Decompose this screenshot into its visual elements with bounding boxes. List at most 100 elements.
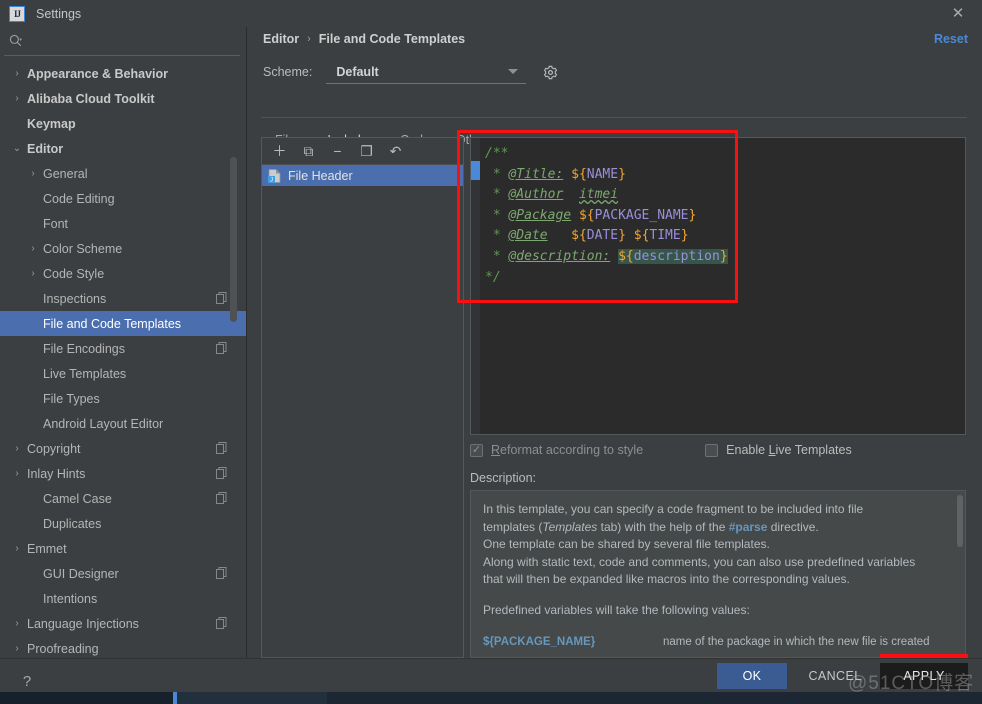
copy-config-icon (216, 342, 227, 354)
predefined-variables-table: ${PACKAGE_NAME} name of the package in wh… (483, 629, 953, 657)
chevron-right-icon[interactable]: › (27, 243, 39, 255)
chevron-right-icon[interactable]: › (11, 643, 23, 655)
sidebar-item-intentions[interactable]: Intentions (0, 586, 246, 611)
apply-button[interactable]: APPLY (880, 663, 968, 689)
sidebar-item-label: File Encodings (43, 341, 125, 356)
template-list-item-label: File Header (288, 168, 353, 183)
editor-code-text[interactable]: /** * @Title: ${NAME} * @Author itmei * … (480, 138, 965, 434)
sidebar-item-label: Camel Case (43, 491, 112, 506)
description-variables-intro: Predefined variables will take the follo… (483, 602, 750, 617)
sidebar-item-label: Font (43, 216, 69, 231)
desc-keyword: #parse (728, 519, 768, 534)
sidebar-item-label: File Types (43, 391, 100, 406)
sidebar-item-emmet[interactable]: › Emmet (0, 536, 246, 561)
gear-icon[interactable] (540, 62, 560, 82)
sidebar-item-label: Language Injections (27, 616, 139, 631)
revert-icon[interactable]: ↶ (386, 142, 405, 161)
template-code-editor[interactable]: /** * @Title: ${NAME} * @Author itmei * … (470, 137, 966, 435)
sidebar-item-code-style[interactable]: › Code Style (0, 261, 246, 286)
sidebar-item-appearance-behavior[interactable]: › Appearance & Behavior (0, 61, 246, 86)
scheme-dropdown[interactable]: Default (326, 60, 527, 84)
copy-config-icon (216, 617, 227, 629)
sidebar-item-label: Code Style (43, 266, 105, 281)
copy-file-icon[interactable]: ⧉ (299, 142, 318, 161)
sidebar-item-inspections[interactable]: Inspections (0, 286, 246, 311)
sidebar-scrollbar-track[interactable] (230, 60, 237, 650)
sidebar-item-label: GUI Designer (43, 566, 119, 581)
description-label: Description: (470, 471, 536, 485)
sidebar-item-label: Proofreading (27, 641, 99, 656)
intellij-logo-icon: IJ (9, 5, 25, 22)
code-line: * @Package ${PACKAGE_NAME} (485, 207, 697, 223)
title-bar: IJ Settings ✕ (0, 0, 982, 27)
sidebar-item-copyright[interactable]: › Copyright (0, 436, 246, 461)
variable-description: name of the package in which the new fil… (663, 636, 930, 648)
editor-gutter-change-marker (471, 161, 480, 180)
reformat-checkbox-label: Reformat according to style (491, 443, 643, 457)
copy-config-icon (216, 567, 227, 579)
sidebar-item-alibaba-cloud-toolkit[interactable]: › Alibaba Cloud Toolkit (0, 86, 246, 111)
chevron-right-icon[interactable]: › (27, 168, 39, 180)
taskbar-segment-right (177, 692, 327, 704)
sidebar-item-live-templates[interactable]: Live Templates (0, 361, 246, 386)
sidebar-item-color-scheme[interactable]: › Color Scheme (0, 236, 246, 261)
sidebar-item-file-types[interactable]: File Types (0, 386, 246, 411)
sidebar-item-label: File and Code Templates (43, 316, 182, 331)
breadcrumb-parent[interactable]: Editor (263, 32, 299, 46)
code-line: * @description: ${description} (485, 248, 728, 264)
desc-pre: templates ( (483, 519, 543, 534)
sidebar-item-label: Keymap (27, 116, 76, 131)
sidebar-item-gui-designer[interactable]: GUI Designer (0, 561, 246, 586)
desc-italic: Templates (542, 519, 598, 534)
ok-button[interactable]: OK (717, 663, 787, 689)
sidebar-item-inlay-hints[interactable]: › Inlay Hints (0, 461, 246, 486)
live-templates-checkbox[interactable] (705, 443, 719, 457)
sidebar-item-duplicates[interactable]: Duplicates (0, 511, 246, 536)
duplicate-icon[interactable]: ❐ (357, 142, 376, 161)
chevron-right-icon[interactable]: › (27, 268, 39, 280)
sidebar-item-label: Inlay Hints (27, 466, 86, 481)
sidebar-item-camel-case[interactable]: Camel Case (0, 486, 246, 511)
live-templates-checkbox-label: Enable Live Templates (726, 443, 852, 457)
settings-tree: › Appearance & Behavior › Alibaba Cloud Too… (0, 56, 246, 656)
chevron-right-icon[interactable]: › (11, 68, 23, 80)
close-icon[interactable]: ✕ (948, 3, 968, 23)
template-list: J File Header (262, 165, 463, 186)
chevron-right-icon[interactable]: › (11, 93, 23, 105)
plus-icon[interactable]: ＋ (270, 142, 289, 161)
cancel-button[interactable]: CANCEL (800, 663, 870, 689)
reformat-mnemonic: R (491, 443, 501, 457)
template-options-row: ✓ Reformat according to style Enable Liv… (470, 443, 852, 457)
reset-link[interactable]: Reset (934, 32, 968, 46)
reformat-checkbox[interactable]: ✓ (470, 443, 483, 457)
sidebar-item-file-encodings[interactable]: File Encodings (0, 336, 246, 361)
search-input[interactable] (30, 31, 230, 51)
sidebar-scrollbar-thumb[interactable] (230, 157, 237, 322)
template-list-item[interactable]: J File Header (262, 165, 463, 186)
sidebar-item-general[interactable]: › General (0, 161, 246, 186)
sidebar-item-android-layout-editor[interactable]: Android Layout Editor (0, 411, 246, 436)
description-scrollbar-thumb[interactable] (957, 495, 963, 547)
window-title: Settings (36, 6, 82, 21)
sidebar-item-font[interactable]: Font (0, 211, 246, 236)
settings-content: Editor › File and Code Templates Reset S… (248, 27, 982, 658)
sidebar-item-code-editing[interactable]: Code Editing (0, 186, 246, 211)
chevron-right-icon[interactable]: › (11, 618, 23, 630)
sidebar-item-file-and-code-templates[interactable]: File and Code Templates (0, 311, 246, 336)
minus-icon[interactable]: − (328, 142, 347, 161)
chevron-right-icon[interactable]: › (11, 443, 23, 455)
chevron-right-icon[interactable]: › (11, 468, 23, 480)
sidebar-item-proofreading[interactable]: › Proofreading (0, 636, 246, 658)
sidebar-item-language-injections[interactable]: › Language Injections (0, 611, 246, 636)
chevron-down-icon[interactable]: ⌄ (11, 143, 23, 155)
help-icon[interactable]: ? (17, 671, 37, 691)
sidebar-item-editor[interactable]: ⌄ Editor (0, 136, 246, 161)
chevron-right-icon[interactable]: › (11, 543, 23, 555)
sidebar-item-keymap[interactable]: Keymap (0, 111, 246, 136)
